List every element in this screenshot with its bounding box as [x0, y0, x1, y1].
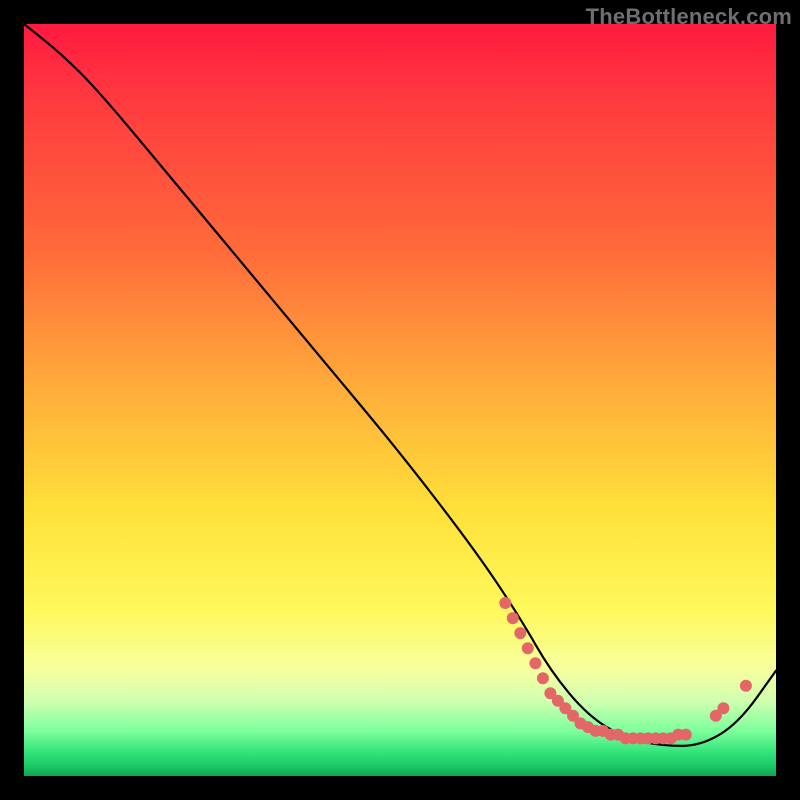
- curve-svg: [24, 24, 776, 776]
- data-marker: [529, 657, 541, 669]
- data-marker: [717, 702, 729, 714]
- data-marker: [680, 729, 692, 741]
- data-marker: [522, 642, 534, 654]
- data-marker: [514, 627, 526, 639]
- marker-group: [499, 597, 752, 744]
- data-marker: [499, 597, 511, 609]
- data-marker: [740, 680, 752, 692]
- plot-area: [24, 24, 776, 776]
- chart-stage: TheBottleneck.com: [0, 0, 800, 800]
- data-marker: [507, 612, 519, 624]
- data-marker: [537, 672, 549, 684]
- curve-line: [24, 24, 776, 746]
